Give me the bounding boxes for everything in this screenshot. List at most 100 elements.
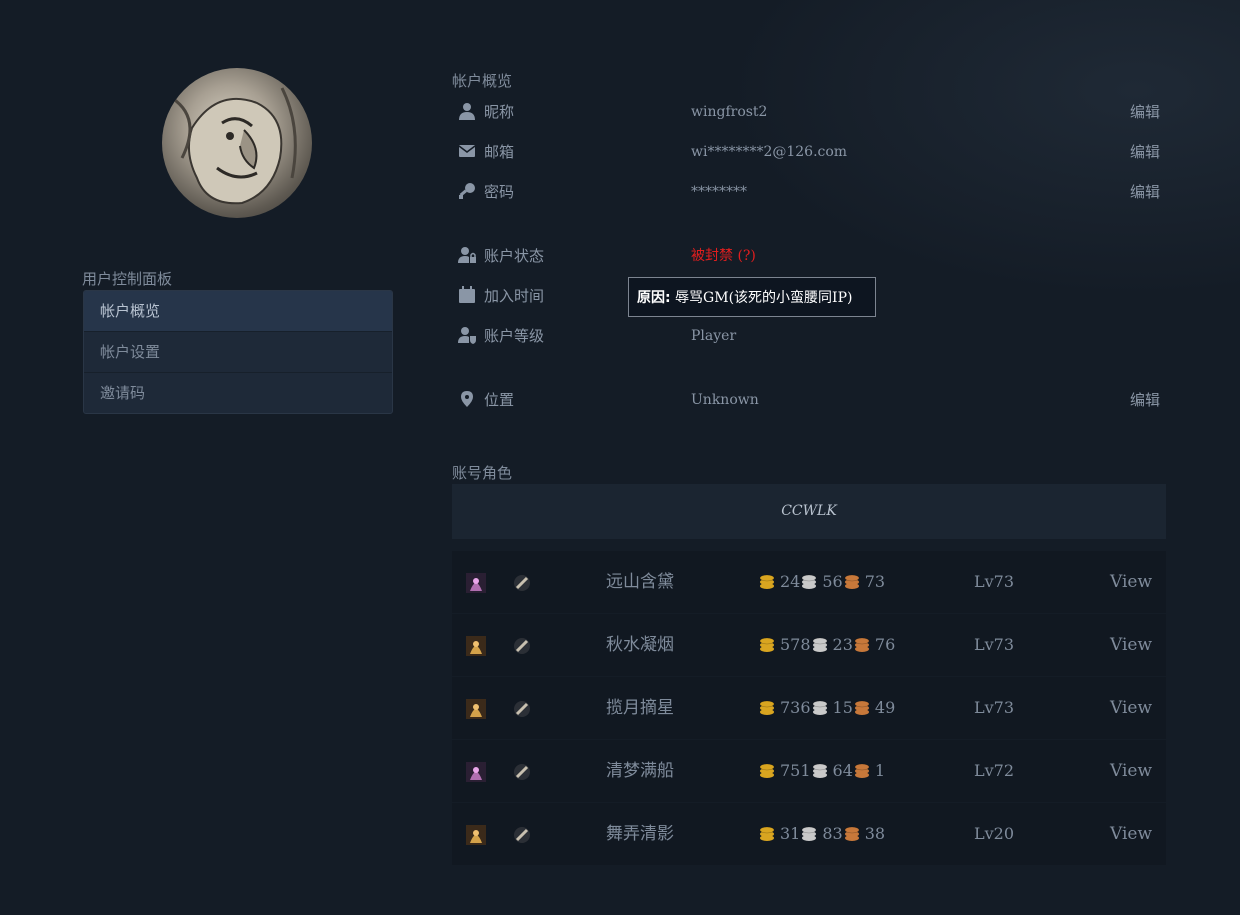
overview-title: 帐户概览 [452, 72, 513, 90]
race-icon [466, 762, 486, 782]
nickname-value: wingfrost2 [691, 104, 768, 120]
gold-coin-icon [758, 761, 780, 780]
key-icon [458, 182, 476, 200]
edit-email-button[interactable]: 编辑 [1130, 140, 1160, 164]
copper-amount: 49 [874, 698, 896, 717]
character-money: 31 83 38 [758, 803, 885, 865]
sidebar-menu: 帐户概览 帐户设置 邀请码 [83, 290, 393, 414]
calendar-icon [458, 286, 476, 304]
view-character-link[interactable]: View [1110, 614, 1152, 676]
view-character-link[interactable]: View [1110, 803, 1152, 865]
gold-coin-icon [758, 698, 780, 717]
user-icon [458, 102, 476, 120]
characters-title: 账号角色 [452, 464, 513, 482]
character-name: 远山含黛 [606, 572, 674, 592]
sidebar-item-overview[interactable]: 帐户概览 [84, 291, 392, 331]
view-character-link[interactable]: View [1110, 551, 1152, 613]
character-level: Lv20 [974, 824, 1015, 843]
class-icon [512, 762, 532, 782]
class-icon [512, 699, 532, 719]
character-level: Lv73 [974, 698, 1015, 717]
silver-coin-icon [811, 698, 833, 717]
map-pin-icon [458, 390, 476, 408]
copper-amount: 73 [864, 572, 886, 591]
edit-nickname-button[interactable]: 编辑 [1130, 100, 1160, 124]
gold-coin-icon [758, 635, 780, 654]
gold-amount: 751 [780, 761, 811, 780]
view-character-link[interactable]: View [1110, 677, 1152, 739]
character-money: 578 23 76 [758, 614, 895, 676]
sidebar-item-settings[interactable]: 帐户设置 [84, 331, 392, 372]
nickname-label: 昵称 [484, 103, 515, 121]
copper-coin-icon [853, 761, 875, 780]
character-row: 揽月摘星 736 15 49 Lv73 View [452, 677, 1166, 739]
gold-amount: 31 [780, 824, 801, 843]
location-value: Unknown [691, 392, 759, 408]
silver-amount: 83 [822, 824, 843, 843]
silver-coin-icon [811, 635, 833, 654]
copper-coin-icon [843, 824, 865, 843]
email-row: 邮箱 wi********2@126.com 编辑 [458, 140, 1160, 164]
character-row: 清梦满船 751 64 1 Lv72 View [452, 740, 1166, 802]
gold-coin-icon [758, 824, 780, 843]
class-icon [512, 636, 532, 656]
gold-coin-icon [758, 572, 780, 591]
silver-amount: 23 [832, 635, 853, 654]
sidebar-item-invite-code[interactable]: 邀请码 [84, 372, 392, 413]
silver-amount: 15 [832, 698, 853, 717]
user-lock-icon [458, 246, 476, 264]
status-value[interactable]: 被封禁 (?) [691, 244, 756, 268]
silver-amount: 64 [832, 761, 853, 780]
character-money: 24 56 73 [758, 551, 885, 613]
edit-location-button[interactable]: 编辑 [1130, 388, 1160, 412]
copper-coin-icon [843, 572, 865, 591]
copper-amount: 1 [874, 761, 886, 780]
character-money: 736 15 49 [758, 677, 895, 739]
view-character-link[interactable]: View [1110, 740, 1152, 802]
location-label: 位置 [484, 391, 515, 409]
copper-amount: 38 [864, 824, 886, 843]
level-label: 账户等级 [484, 327, 545, 345]
nickname-row: 昵称 wingfrost2 编辑 [458, 100, 1160, 124]
silver-coin-icon [800, 824, 822, 843]
character-name: 清梦满船 [606, 761, 674, 781]
copper-coin-icon [853, 698, 875, 717]
character-level: Lv73 [974, 572, 1015, 591]
character-row: 秋水凝烟 578 23 76 Lv73 View [452, 614, 1166, 676]
gold-amount: 736 [780, 698, 811, 717]
character-name: 秋水凝烟 [606, 635, 674, 655]
level-value: Player [691, 328, 737, 344]
user-shield-icon [458, 326, 476, 344]
status-row: 账户状态 被封禁 (?) [458, 244, 1160, 268]
character-level: Lv72 [974, 761, 1015, 780]
silver-coin-icon [800, 572, 822, 591]
character-level: Lv73 [974, 635, 1015, 654]
join-time-label: 加入时间 [484, 287, 545, 305]
tooltip-prefix: 原因: [637, 290, 671, 306]
class-icon [512, 573, 532, 593]
character-name: 舞弄清影 [606, 824, 674, 844]
race-icon [466, 573, 486, 593]
race-icon [466, 636, 486, 656]
silver-coin-icon [811, 761, 833, 780]
character-name: 揽月摘星 [606, 698, 674, 718]
class-icon [512, 825, 532, 845]
race-icon [466, 825, 486, 845]
character-row: 舞弄清影 31 83 38 Lv20 View [452, 803, 1166, 865]
character-money: 751 64 1 [758, 740, 885, 802]
ban-reason-tooltip: 原因: 辱骂GM(该死的小蛮腰同IP) [628, 277, 876, 317]
edit-password-button[interactable]: 编辑 [1130, 180, 1160, 204]
gold-amount: 24 [780, 572, 801, 591]
envelope-icon [458, 142, 476, 160]
copper-amount: 76 [874, 635, 896, 654]
copper-coin-icon [853, 635, 875, 654]
email-label: 邮箱 [484, 143, 515, 161]
silver-amount: 56 [822, 572, 843, 591]
password-value: ******** [691, 184, 747, 200]
email-value: wi********2@126.com [691, 144, 848, 160]
character-row: 远山含黛 24 56 73 Lv73 View [452, 551, 1166, 613]
level-row: 账户等级 Player [458, 324, 1160, 348]
race-icon [466, 699, 486, 719]
avatar [162, 68, 312, 218]
location-row: 位置 Unknown 编辑 [458, 388, 1160, 412]
